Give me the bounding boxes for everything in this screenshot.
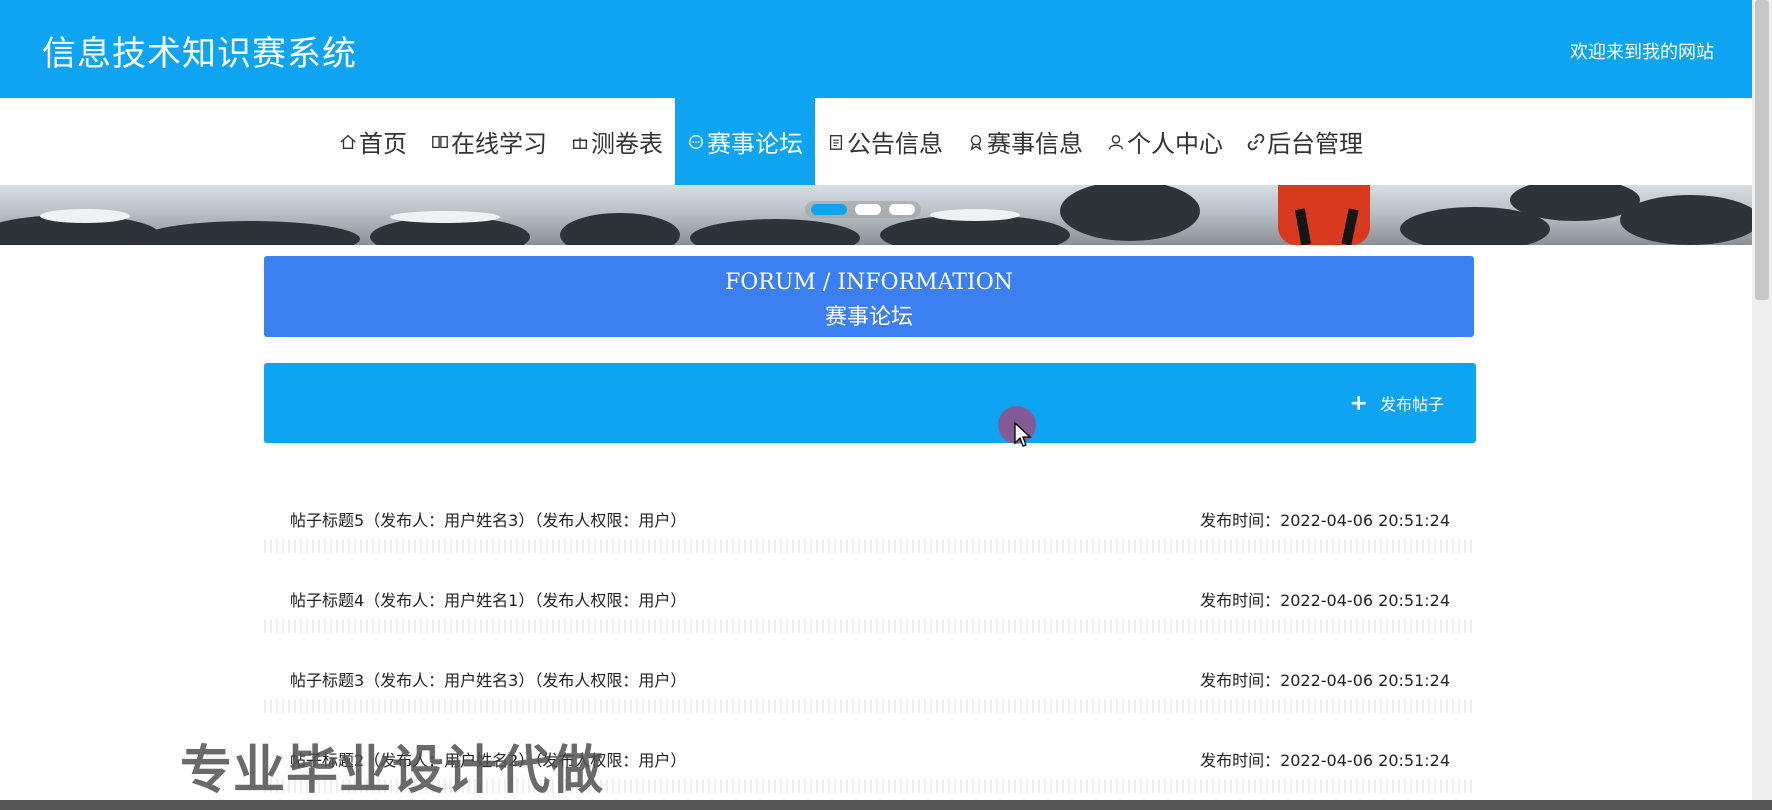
post-time: 发布时间：2022-04-06 20:51:24: [1200, 591, 1450, 610]
post-time: 发布时间：2022-04-06 20:51:24: [1200, 511, 1450, 530]
banner-rock: [140, 221, 360, 245]
nav-item-personal-center[interactable]: 个人中心: [1095, 98, 1235, 185]
nav-label: 测卷表: [591, 130, 663, 158]
nav-label: 在线学习: [451, 130, 547, 158]
forum-action-bar: + 发布帖子: [264, 363, 1476, 443]
nav-item-admin[interactable]: 后台管理: [1235, 98, 1375, 185]
ribbon-icon: [970, 134, 982, 151]
page: 信息技术知识赛系统 欢迎来到我的网站 首页 在线学习 测卷表 赛事论坛 公告信息…: [0, 0, 1752, 800]
divider: [264, 539, 1476, 553]
home-icon: [340, 134, 356, 149]
nav-label: 首页: [359, 130, 407, 158]
nav-label: 公告信息: [847, 130, 943, 158]
divider: [264, 619, 1476, 633]
banner-rock: [560, 213, 680, 245]
gift-icon: [572, 137, 588, 149]
post-title[interactable]: 帖子标题5（发布人：用户姓名3）（发布人权限：用户）: [290, 507, 686, 531]
nav-label: 后台管理: [1267, 130, 1363, 158]
nav-item-home[interactable]: 首页: [327, 98, 419, 185]
welcome-text: 欢迎来到我的网站: [1570, 42, 1714, 63]
banner-rock: [1060, 185, 1200, 241]
publish-post-label: 发布帖子: [1379, 395, 1444, 414]
nav-item-competition-info[interactable]: 赛事信息: [955, 98, 1095, 185]
carousel-dot-3[interactable]: [889, 204, 915, 215]
window-bottom-edge: [0, 800, 1772, 810]
nav-item-online-learning[interactable]: 在线学习: [419, 98, 559, 185]
main-nav: 首页 在线学习 测卷表 赛事论坛 公告信息 赛事信息 个人中心 后台管理: [0, 98, 1752, 185]
user-icon: [1109, 134, 1123, 149]
nav-label: 赛事论坛: [707, 130, 803, 158]
mouse-cursor-icon: [1014, 422, 1032, 447]
banner-snow: [930, 209, 1020, 221]
nav-label: 个人中心: [1127, 130, 1223, 158]
nav-label: 赛事信息: [987, 130, 1083, 158]
publish-post-button[interactable]: + 发布帖子: [1350, 389, 1444, 417]
carousel-indicators: [805, 201, 921, 218]
forum-title-cn: 赛事论坛: [824, 305, 913, 330]
link-icon: [1247, 133, 1265, 150]
post-item[interactable]: 帖子标题3（发布人：用户姓名3）（发布人权限：用户） 发布时间：2022-04-…: [264, 645, 1476, 725]
banner-snow: [390, 211, 500, 223]
scrollbar-thumb[interactable]: [1755, 0, 1769, 300]
book-icon: [432, 135, 448, 148]
banner-carousel[interactable]: [0, 185, 1752, 245]
chat-icon: [689, 134, 703, 149]
nav-item-test-paper[interactable]: 测卷表: [559, 98, 675, 185]
banner-snow: [40, 209, 130, 223]
watermark-text: 专业毕业设计代做: [180, 741, 605, 800]
post-time: 发布时间：2022-04-06 20:51:24: [1200, 671, 1450, 690]
carousel-dot-2[interactable]: [855, 204, 881, 215]
banner-rock: [1620, 195, 1752, 245]
vertical-scrollbar[interactable]: [1752, 0, 1772, 800]
post-title[interactable]: 帖子标题4（发布人：用户姓名1）（发布人权限：用户）: [290, 587, 686, 611]
divider: [264, 699, 1476, 713]
forum-section-header: FORUM / INFORMATION 赛事论坛: [264, 256, 1474, 337]
site-title[interactable]: 信息技术知识赛系统: [42, 26, 357, 75]
post-item[interactable]: 帖子标题5（发布人：用户姓名3）（发布人权限：用户） 发布时间：2022-04-…: [264, 485, 1476, 565]
clipboard-icon: [829, 134, 843, 150]
carousel-dot-1[interactable]: [811, 204, 847, 215]
forum-title-en: FORUM / INFORMATION: [725, 270, 1013, 295]
post-time: 发布时间：2022-04-06 20:51:24: [1200, 751, 1450, 770]
nav-item-forum[interactable]: 赛事论坛: [675, 98, 815, 185]
post-item[interactable]: 帖子标题4（发布人：用户姓名1）（发布人权限：用户） 发布时间：2022-04-…: [264, 565, 1476, 645]
plus-icon: +: [1349, 390, 1368, 416]
post-title[interactable]: 帖子标题3（发布人：用户姓名3）（发布人权限：用户）: [290, 667, 686, 691]
nav-item-announcements[interactable]: 公告信息: [815, 98, 955, 185]
banner-rock: [690, 219, 860, 245]
top-header: 信息技术知识赛系统 欢迎来到我的网站: [0, 0, 1752, 98]
